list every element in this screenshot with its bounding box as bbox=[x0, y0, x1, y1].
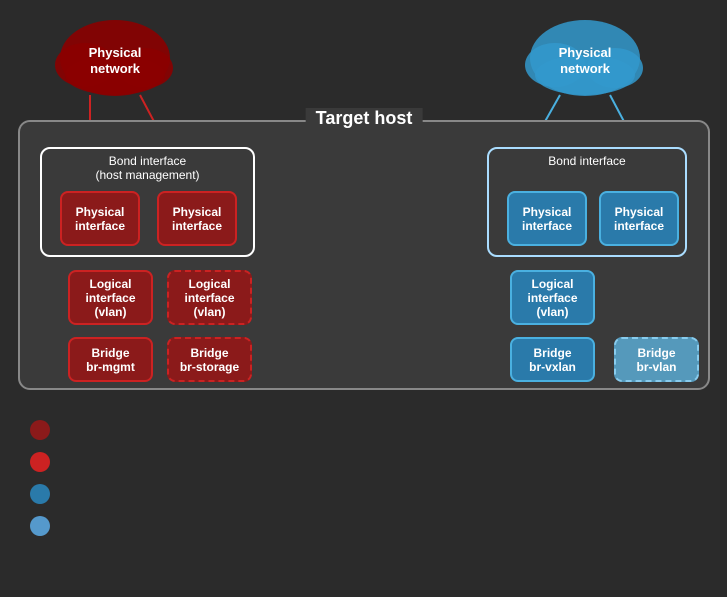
target-host-box: Target host Bond interface(host manageme… bbox=[18, 120, 710, 390]
logical-interface-left-2: Logicalinterface(vlan) bbox=[167, 270, 252, 325]
svg-text:Physical: Physical bbox=[559, 45, 612, 60]
bridge-br-storage: Bridgebr-storage bbox=[167, 337, 252, 382]
svg-text:network: network bbox=[90, 61, 141, 76]
phys-interface-left-1: Physicalinterface bbox=[60, 191, 140, 246]
legend-dot-dark-blue bbox=[30, 484, 50, 504]
bond-left-label: Bond interface(host management) bbox=[95, 154, 199, 182]
legend-dot-dark-red bbox=[30, 420, 50, 440]
bond-box-left: Bond interface(host management) Physical… bbox=[40, 147, 255, 257]
legend-dot-light-blue bbox=[30, 516, 50, 536]
bond-right-label: Bond interface bbox=[548, 154, 625, 168]
legend-item-red bbox=[30, 452, 60, 472]
legend-item-dark-red bbox=[30, 420, 60, 440]
svg-text:network: network bbox=[560, 61, 611, 76]
phys-interface-right-2: Physicalinterface bbox=[599, 191, 679, 246]
phys-interface-left-2: Physicalinterface bbox=[157, 191, 237, 246]
bridge-br-vxlan: Bridgebr-vxlan bbox=[510, 337, 595, 382]
phys-interface-right-1: Physicalinterface bbox=[507, 191, 587, 246]
logical-interface-left-1: Logicalinterface(vlan) bbox=[68, 270, 153, 325]
legend-dot-red bbox=[30, 452, 50, 472]
bond-box-right: Bond interface Physicalinterface Physica… bbox=[487, 147, 687, 257]
logical-interface-right: Logicalinterface(vlan) bbox=[510, 270, 595, 325]
target-host-label: Target host bbox=[306, 108, 423, 129]
legend-item-light-blue bbox=[30, 516, 60, 536]
bridge-br-vlan: Bridgebr-vlan bbox=[614, 337, 699, 382]
svg-text:Physical: Physical bbox=[89, 45, 142, 60]
legend-item-dark-blue bbox=[30, 484, 60, 504]
bridge-br-mgmt: Bridgebr-mgmt bbox=[68, 337, 153, 382]
legend bbox=[30, 420, 60, 548]
